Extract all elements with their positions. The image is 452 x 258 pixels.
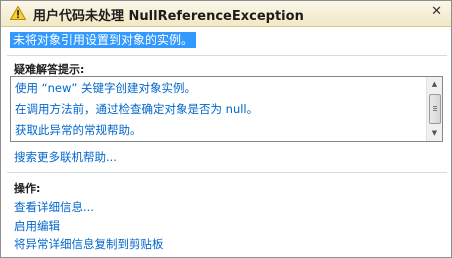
tips-scrollbar[interactable]: ▲ ▼ bbox=[426, 77, 442, 141]
exception-message[interactable]: 未将对象引用设置到对象的实例。 bbox=[10, 32, 197, 48]
enable-editing-link[interactable]: 启用编辑 bbox=[14, 218, 60, 234]
warning-icon bbox=[10, 6, 26, 20]
divider bbox=[7, 55, 447, 56]
troubleshooting-heading: 疑难解答提示: bbox=[14, 63, 85, 76]
scroll-thumb[interactable] bbox=[429, 94, 441, 124]
close-icon[interactable]: ✕ bbox=[431, 4, 442, 19]
troubleshooting-tips-list: 使用 “new” 关键字创建对象实例。 在调用方法前，通过检查确定对象是否为 n… bbox=[10, 76, 443, 142]
actions-heading: 操作: bbox=[14, 182, 41, 195]
tip-link-general-help[interactable]: 获取此异常的常规帮助。 bbox=[15, 122, 142, 138]
thumb-grip-line bbox=[433, 110, 437, 111]
dialog-title: 用户代码未处理 NullReferenceException bbox=[33, 9, 304, 24]
scroll-down-icon[interactable]: ▼ bbox=[427, 126, 442, 141]
exception-assistant-dialog: 用户代码未处理 NullReferenceException ✕ 未将对象引用设… bbox=[0, 0, 452, 258]
divider bbox=[7, 172, 447, 173]
tip-link-create-instance[interactable]: 使用 “new” 关键字创建对象实例。 bbox=[15, 80, 196, 96]
tip-link-check-null[interactable]: 在调用方法前，通过检查确定对象是否为 null。 bbox=[15, 101, 258, 117]
title-bar[interactable]: 用户代码未处理 NullReferenceException ✕ bbox=[1, 1, 451, 27]
search-online-help-link[interactable]: 搜索更多联机帮助... bbox=[14, 149, 117, 165]
copy-exception-detail-link[interactable]: 将异常详细信息复制到剪贴板 bbox=[14, 236, 164, 252]
thumb-grip-line bbox=[433, 108, 437, 109]
view-detail-link[interactable]: 查看详细信息... bbox=[14, 199, 94, 215]
scroll-up-icon[interactable]: ▲ bbox=[427, 77, 442, 92]
thumb-grip-line bbox=[433, 106, 437, 107]
